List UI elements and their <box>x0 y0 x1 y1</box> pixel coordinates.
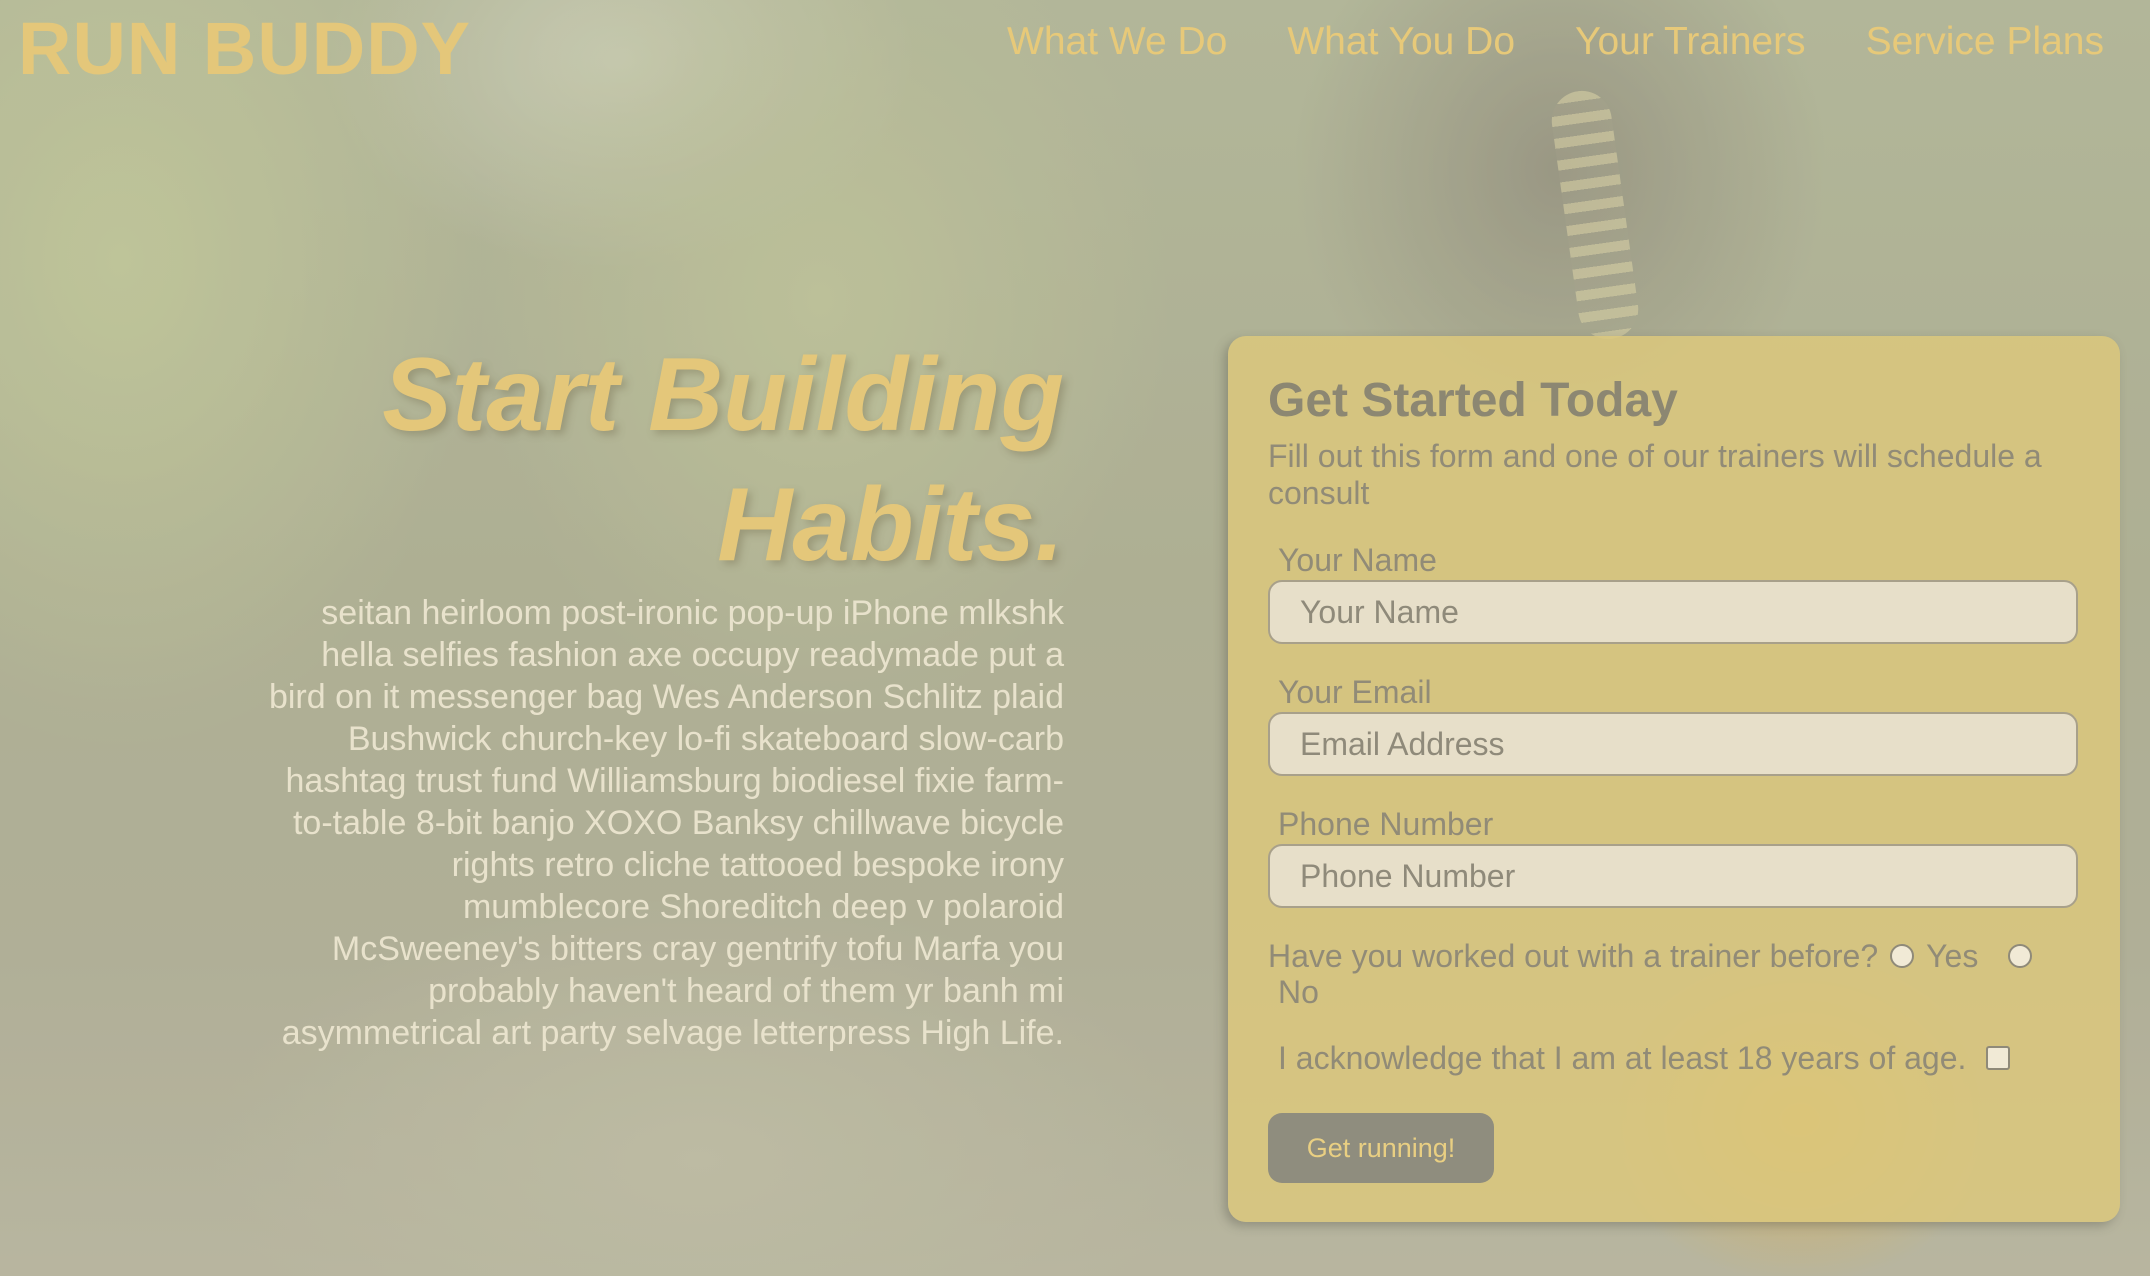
age-ack-label: I acknowledge that I am at least 18 year… <box>1278 1040 1967 1076</box>
signup-form-card: Get Started Today Fill out this form and… <box>1228 336 2120 1222</box>
name-label: Your Name <box>1278 542 1437 578</box>
hero-title: Start Building Habits. <box>382 337 1064 583</box>
yes-radio[interactable] <box>1890 943 1915 968</box>
nav-what-we-do[interactable]: What We Do <box>1007 20 1227 64</box>
age-ack-row: I acknowledge that I am at least 18 year… <box>1278 1040 2080 1077</box>
trainer-question-label: Have you worked out with a trainer befor… <box>1268 938 1879 974</box>
phone-label: Phone Number <box>1278 806 1494 842</box>
no-radio[interactable] <box>2008 943 2033 968</box>
no-label: No <box>1278 974 1319 1010</box>
email-label: Your Email <box>1278 674 1432 710</box>
submit-button[interactable]: Get running! <box>1268 1113 1494 1183</box>
nav-service-plans[interactable]: Service Plans <box>1866 20 2104 64</box>
nav-what-you-do[interactable]: What You Do <box>1287 20 1515 64</box>
trainer-question-row: Have you worked out with a trainer befor… <box>1268 938 2080 1010</box>
email-input[interactable] <box>1268 712 2078 776</box>
phone-input[interactable] <box>1268 844 2078 908</box>
main-nav: What We Do What You Do Your Trainers Ser… <box>1007 20 2104 64</box>
age-ack-checkbox[interactable] <box>1986 1045 2011 1070</box>
site-logo[interactable]: RUN BUDDY <box>18 6 471 91</box>
yes-label: Yes <box>1926 938 1979 974</box>
form-title: Get Started Today <box>1268 374 1678 427</box>
name-input[interactable] <box>1268 580 2078 644</box>
form-subtitle: Fill out this form and one of our traine… <box>1268 438 2042 511</box>
nav-your-trainers[interactable]: Your Trainers <box>1575 20 1806 64</box>
hero-description: seitan heirloom post-ironic pop-up iPhon… <box>268 594 1064 1052</box>
